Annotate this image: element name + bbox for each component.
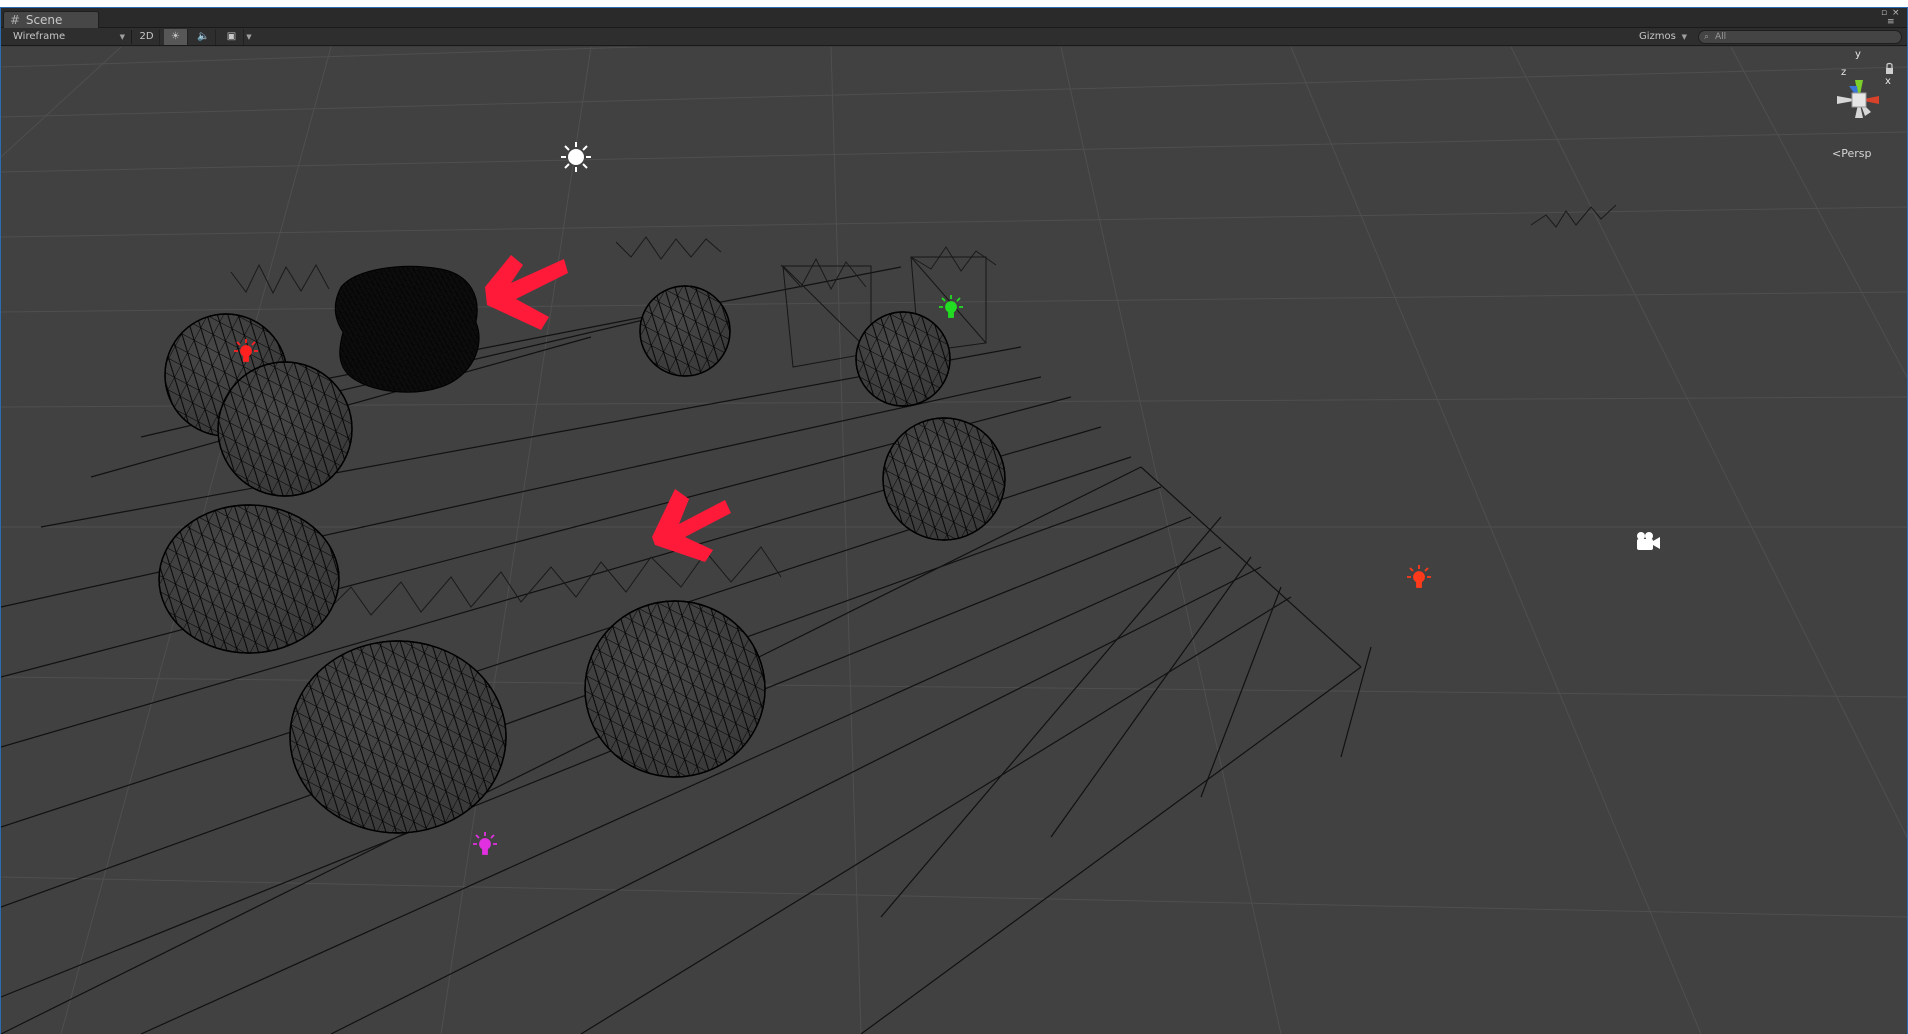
render-mode-dropdown[interactable]: Wireframe ▼ [7,29,129,45]
window-controls: ▫ × ≡ [1881,9,1903,27]
gizmos-dropdown[interactable]: Gizmos ▼ [1633,29,1691,45]
hash-icon: # [10,13,21,27]
hierarchy-search[interactable]: ⌕ [1698,30,1902,44]
point-light-green [939,295,963,318]
search-icon: ⌕ [1704,32,1710,42]
scene-effects-toggle[interactable]: ▣ [220,29,244,45]
directional-light-icon [561,142,591,172]
tab-strip: # Scene ▫ × ≡ [1,8,1907,29]
orientation-gizmo [1837,80,1879,118]
zigzag-wire [230,204,1617,618]
gizmo-y-label: y [1855,49,1861,60]
lock-icon [1886,62,1893,74]
point-light-magenta [473,832,497,855]
chevron-down-icon: ▼ [1681,33,1687,41]
point-light-orange [1407,565,1431,588]
gizmos-label: Gizmos [1639,31,1676,42]
scene-toolbar: Wireframe ▼ 2D ☀ 🔈 ▣ ▼ Gizmos ▼ ⌕ [1,28,1907,46]
chevron-left-icon: < [1832,147,1842,160]
top-white-strip [0,0,1908,7]
chevron-down-icon: ▼ [119,33,125,41]
scene-audio-toggle[interactable]: 🔈 [192,29,216,45]
render-mode-label: Wireframe [13,31,66,42]
tab-scene[interactable]: # Scene [3,11,99,29]
scene-viewport[interactable]: y x z <Persp [1,47,1907,1034]
camera-icon [1637,532,1660,550]
effects-dropdown-arrow[interactable]: ▼ [244,29,254,45]
gizmo-z-label: z [1841,67,1847,78]
dense-mesh-object [334,265,480,393]
menu-icon[interactable]: ≡ [1887,18,1895,27]
wire-sphere [158,285,1006,834]
search-input[interactable] [1715,31,1895,43]
tab-scene-label: Scene [25,13,63,27]
gizmo-x-label: x [1885,76,1891,87]
scene-lighting-toggle[interactable]: ☀ [164,29,188,45]
scene-canvas [1,47,1907,1034]
toggle-2d-button[interactable]: 2D [134,29,160,45]
sun-icon: ☀ [171,31,180,42]
toolbar-divider [131,30,132,44]
speaker-icon: 🔈 [197,31,210,42]
projection-label: Persp [1841,147,1872,160]
scene-window: # Scene ▫ × ≡ Wireframe ▼ 2D ☀ 🔈 ▣ ▼ Giz… [0,7,1908,1034]
projection-toggle[interactable]: <Persp [1832,147,1871,160]
image-icon: ▣ [226,31,237,42]
